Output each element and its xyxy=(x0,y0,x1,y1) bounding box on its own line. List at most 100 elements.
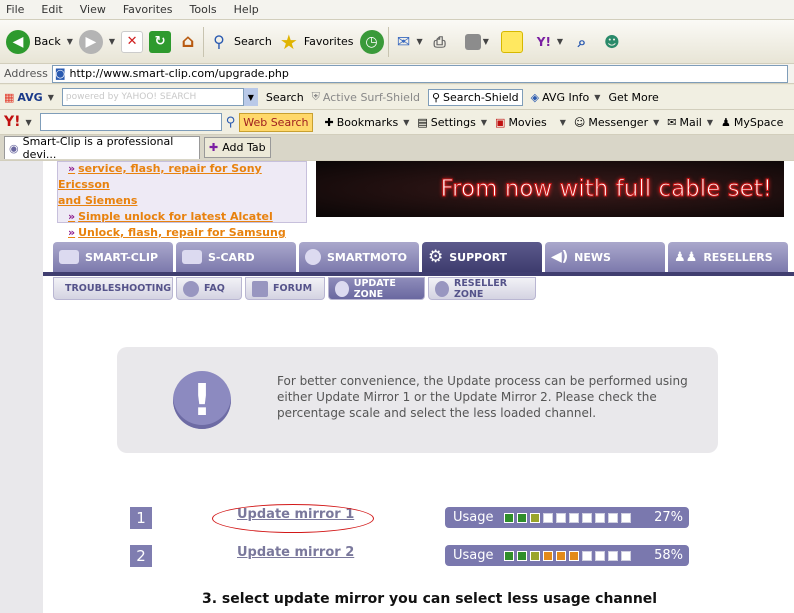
tab-divider xyxy=(43,272,794,276)
note-icon[interactable] xyxy=(500,30,523,53)
edit-icon[interactable] xyxy=(464,33,481,50)
movies-button[interactable]: ▣ Movies ▼ xyxy=(495,116,566,129)
usage-segment xyxy=(503,550,514,561)
favorites-button[interactable]: ★ Favorites xyxy=(278,29,354,54)
web-search-button[interactable]: Web Search xyxy=(239,112,313,132)
tab-reseller-zone[interactable]: RESELLER ZONE xyxy=(428,277,536,300)
mail-icon[interactable]: ✉ xyxy=(393,31,415,53)
usage-segment xyxy=(568,512,579,523)
usage-meter: Usage 27% xyxy=(445,507,689,528)
tab-troubleshooting[interactable]: TROUBLESHOOTING xyxy=(53,277,173,300)
mirror-number: 1 xyxy=(130,507,152,529)
usage-percent: 58% xyxy=(654,548,683,563)
movies-icon: ▣ xyxy=(495,115,506,129)
tab-s-card[interactable]: S-CARD xyxy=(176,242,296,272)
address-input[interactable]: ◙ http://www.smart-clip.com/upgrade.php xyxy=(51,64,788,83)
menu-help[interactable]: Help xyxy=(234,3,259,16)
usage-segment xyxy=(555,512,566,523)
browser-toolbar: ◀ Back ▼ ▶ ▼ ✕ ↻ ⌂ ⚲ Search ★ Favorites ◷ … xyxy=(0,20,794,64)
usage-segment xyxy=(542,550,553,561)
search-button[interactable]: ⚲ Search xyxy=(208,31,272,53)
tab-title: Smart-Clip is a professional devi... xyxy=(22,135,174,161)
menu-view[interactable]: View xyxy=(80,3,106,16)
usage-segment xyxy=(568,550,579,561)
chevron-down-icon[interactable]: ▼ xyxy=(243,88,258,106)
address-url: http://www.smart-clip.com/upgrade.php xyxy=(69,67,289,80)
yahoo-icon[interactable]: Y! xyxy=(533,31,555,53)
usage-label: Usage xyxy=(453,548,494,563)
usage-segment xyxy=(503,512,514,523)
usage-bar xyxy=(503,550,631,561)
avg-search-button[interactable]: Search xyxy=(266,91,304,104)
people-icon: ♟♟ xyxy=(674,249,698,265)
news-link[interactable]: » Unlock, flash, repair for Samsung xyxy=(58,225,306,241)
history-icon[interactable]: ◷ xyxy=(359,29,384,54)
tab-smart-clip[interactable]: SMART-CLIP xyxy=(53,242,173,272)
home-icon[interactable]: ⌂ xyxy=(177,31,199,53)
avg-toolbar: ▦ AVG ▼ powered by YAHOO! SEARCH ▼ Search … xyxy=(0,85,794,110)
settings-button[interactable]: ▤ Settings ▼ xyxy=(417,116,487,129)
avg-info-button[interactable]: ◈ AVG Info ▼ xyxy=(531,91,601,104)
tab-faq[interactable]: FAQ xyxy=(176,277,242,300)
search-icon[interactable]: ⚲ xyxy=(226,115,236,130)
menu-tools[interactable]: Tools xyxy=(190,3,217,16)
info-box: ! For better convenience, the Update pro… xyxy=(117,347,718,453)
usage-bar xyxy=(503,512,631,523)
bookmarks-icon: ✚ xyxy=(324,115,334,129)
research-icon[interactable]: ⌕ xyxy=(571,31,593,53)
add-tab-button[interactable]: ✚ Add Tab xyxy=(204,137,271,158)
tab-update-zone[interactable]: UPDATE ZONE xyxy=(328,277,425,300)
banner-text: From now with full cable set! xyxy=(440,176,773,203)
menu-file[interactable]: File xyxy=(6,3,24,16)
browser-tab[interactable]: ◉ Smart-Clip is a professional devi... xyxy=(4,135,200,161)
forward-button[interactable]: ▶ ▼ xyxy=(78,29,115,54)
promo-banner[interactable]: From now with full cable set! xyxy=(316,161,784,217)
back-button[interactable]: ◀ Back ▼ xyxy=(6,29,73,54)
main-tabs: SMART-CLIP S-CARD SMARTMOTO ⚙ SUPPORT ◀) N… xyxy=(53,242,788,272)
bookmarks-button[interactable]: ✚ Bookmarks ▼ xyxy=(325,116,410,129)
yahoo-search-input[interactable] xyxy=(39,113,222,131)
annotation-oval xyxy=(212,504,374,533)
usage-segment xyxy=(581,550,592,561)
refresh-icon[interactable]: ↻ xyxy=(149,30,172,53)
menu-favorites[interactable]: Favorites xyxy=(123,3,173,16)
myspace-button[interactable]: ♟ MySpace xyxy=(721,116,783,129)
news-link[interactable]: » service, flash, repair for Sony Ericsso… xyxy=(58,161,306,193)
smart-clip-icon xyxy=(59,250,79,264)
usage-segment xyxy=(516,550,527,561)
tab-resellers[interactable]: ♟♟ RESELLERS xyxy=(668,242,788,272)
mail-button[interactable]: ✉ Mail ▼ xyxy=(667,116,713,129)
usage-segment xyxy=(529,512,540,523)
exclamation-icon: ! xyxy=(173,371,231,429)
usage-segment xyxy=(594,512,605,523)
print-icon[interactable]: ⎙ xyxy=(429,31,451,53)
usage-segment xyxy=(542,512,553,523)
stop-icon[interactable]: ✕ xyxy=(121,30,144,53)
tab-smartmoto[interactable]: SMARTMOTO xyxy=(299,242,419,272)
tab-support[interactable]: ⚙ SUPPORT xyxy=(422,242,542,272)
person-icon xyxy=(435,280,449,297)
smartmoto-icon xyxy=(305,249,321,265)
sub-tabs: TROUBLESHOOTING FAQ FORUM UPDATE ZONE RE… xyxy=(53,277,536,300)
plus-icon: ✚ xyxy=(209,141,219,154)
avg-search-input[interactable]: powered by YAHOO! SEARCH xyxy=(61,88,244,106)
news-link[interactable]: and Siemens xyxy=(58,193,306,209)
settings-icon: ▤ xyxy=(417,115,428,129)
menu-bar: File Edit View Favorites Tools Help xyxy=(0,0,794,20)
news-link[interactable]: » Simple unlock for latest Alcatel xyxy=(58,209,306,225)
update-mirror-2-link[interactable]: Update mirror 2 xyxy=(237,545,354,560)
myspace-icon: ♟ xyxy=(720,115,731,129)
tab-news[interactable]: ◀) NEWS xyxy=(545,242,665,272)
messenger-icon[interactable]: ☻ xyxy=(601,31,623,53)
search-shield-button[interactable]: ⚲ Search-Shield xyxy=(427,88,523,106)
get-more-button[interactable]: Get More xyxy=(608,91,658,104)
active-shield-button[interactable]: ⛨ Active Surf-Shield xyxy=(312,90,420,104)
tab-forum[interactable]: FORUM xyxy=(245,277,325,300)
messenger-button[interactable]: ☺ Messenger ▼ xyxy=(574,116,659,129)
usage-segment xyxy=(594,550,605,561)
avg-logo[interactable]: ▦ AVG ▼ xyxy=(4,91,54,104)
star-icon: ★ xyxy=(279,29,298,54)
yahoo-toolbar: Y! ▼ ⚲ Web Search ✚ Bookmarks ▼ ▤ Settings ▼ … xyxy=(0,110,794,135)
yahoo-logo-icon[interactable]: Y! ▼ xyxy=(4,114,32,130)
menu-edit[interactable]: Edit xyxy=(41,3,62,16)
